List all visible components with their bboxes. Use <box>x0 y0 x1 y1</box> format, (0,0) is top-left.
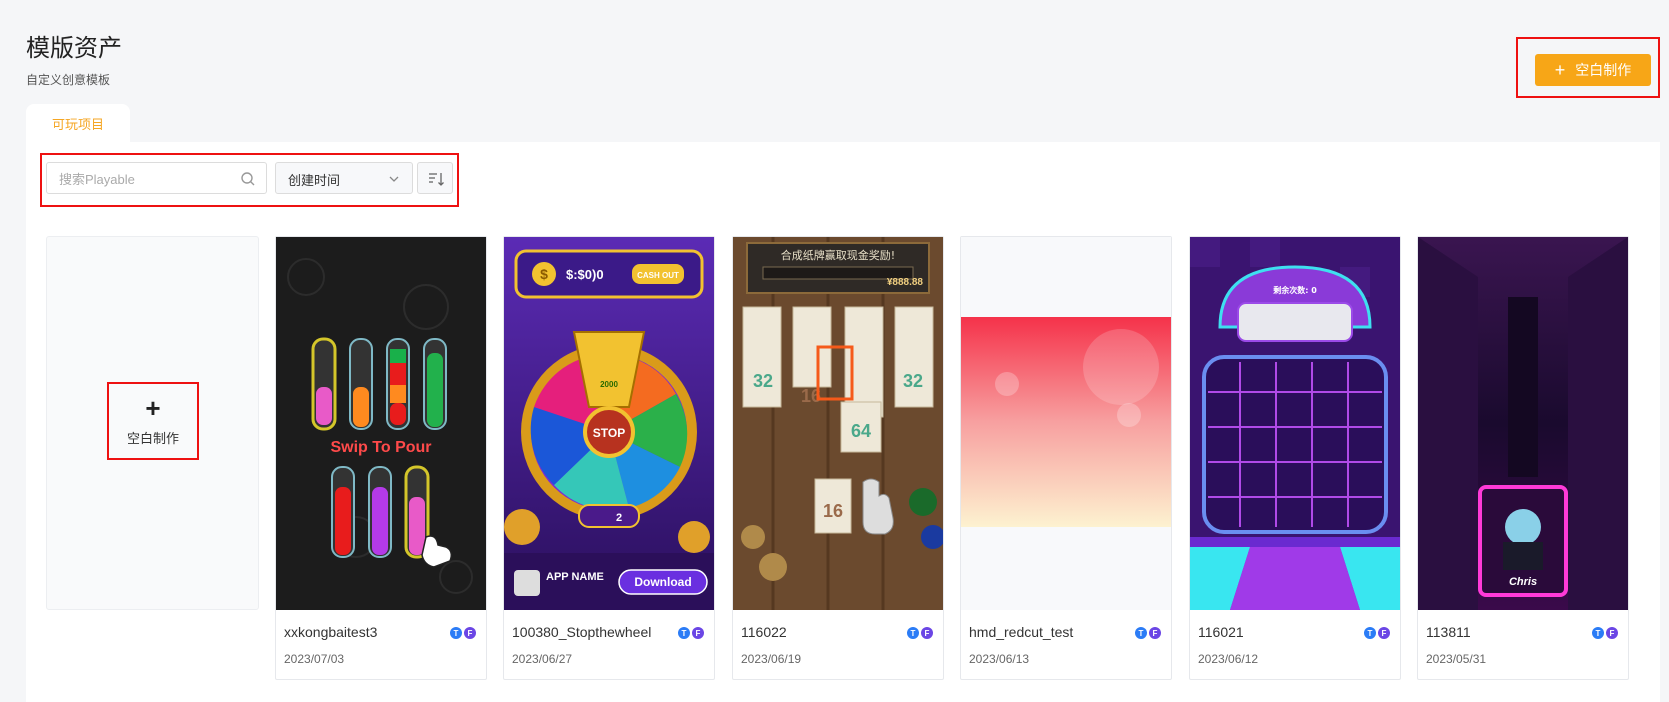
thumb-download: Download <box>634 575 691 589</box>
template-card[interactable]: hmd_redcut_test T F 2023/06/13 <box>960 236 1172 680</box>
thumb-reward: ¥888.88 <box>887 277 924 288</box>
plus-icon: + <box>1554 60 1566 80</box>
sort-field-select[interactable]: 创建时间 <box>275 162 413 194</box>
thumb-prize: 2000 <box>600 380 618 389</box>
facebook-badge-icon: F <box>1378 627 1390 639</box>
facebook-badge-icon: F <box>921 627 933 639</box>
svg-text:2: 2 <box>616 512 622 524</box>
template-name: 116022 <box>741 624 787 640</box>
thumb-title: 合成纸牌赢取现金奖励! <box>781 248 895 262</box>
tiktok-badge-icon: T <box>907 627 919 639</box>
search-input[interactable] <box>57 169 231 189</box>
svg-text:32: 32 <box>903 371 923 391</box>
thumb-cashout: CASH OUT <box>637 271 679 280</box>
platform-badges: T F <box>450 627 476 639</box>
tiktok-badge-icon: T <box>678 627 690 639</box>
facebook-badge-icon: F <box>1149 627 1161 639</box>
template-thumbnail[interactable]: Chris <box>1418 237 1628 610</box>
tiktok-badge-icon: T <box>1364 627 1376 639</box>
blank-create-tile[interactable]: + 空白制作 <box>107 382 199 460</box>
blank-create-button[interactable]: + 空白制作 <box>1535 54 1651 86</box>
template-thumbnail[interactable]: 剩余次数: 0 <box>1190 237 1400 610</box>
search-box[interactable] <box>46 162 267 194</box>
thumb-balance: $:$0)0 <box>566 267 604 282</box>
template-date: 2023/06/12 <box>1198 652 1259 666</box>
thumb-card-value: 32 <box>753 371 773 391</box>
blank-create-label: 空白制作 <box>126 430 179 446</box>
template-date: 2023/06/13 <box>969 652 1030 666</box>
platform-badges: T F <box>1135 627 1161 639</box>
template-card[interactable]: 合成纸牌赢取现金奖励! ¥888.88 32 32 16 64 16 11602… <box>732 236 944 680</box>
template-thumbnail[interactable]: Swip To Pour <box>276 237 486 610</box>
template-thumbnail[interactable] <box>961 237 1171 610</box>
svg-text:$: $ <box>540 266 548 282</box>
tiktok-badge-icon: T <box>1135 627 1147 639</box>
plus-icon: + <box>145 392 161 423</box>
platform-badges: T F <box>1364 627 1390 639</box>
template-date: 2023/07/03 <box>284 652 345 666</box>
thumb-title: Swip To Pour <box>330 439 431 456</box>
template-thumbnail[interactable]: 合成纸牌赢取现金奖励! ¥888.88 32 32 16 64 16 <box>733 237 943 610</box>
template-card[interactable]: Chris 113811 T F 2023/05/31 <box>1417 236 1629 680</box>
tiktok-badge-icon: T <box>450 627 462 639</box>
thumb-counter: 剩余次数: 0 <box>1273 285 1317 295</box>
template-card[interactable]: Swip To Pour xxkongbaitest3 T F 2023/07/… <box>275 236 487 680</box>
platform-badges: T F <box>1592 627 1618 639</box>
template-thumbnail[interactable]: $ $:$0)0 CASH OUT STOP 2000 2 APP NAME D… <box>504 237 714 610</box>
svg-text:16: 16 <box>823 501 843 521</box>
page-subtitle: 自定义创意模板 <box>26 73 111 87</box>
thumb-card-value: 64 <box>851 421 871 441</box>
chevron-down-icon <box>389 176 399 182</box>
template-name: xxkongbaitest3 <box>284 624 378 640</box>
thumb-character-name: Chris <box>1509 576 1537 588</box>
template-name: hmd_redcut_test <box>969 624 1074 640</box>
facebook-badge-icon: F <box>464 627 476 639</box>
search-icon[interactable] <box>240 171 256 187</box>
template-card[interactable]: 剩余次数: 0 116021 T F 2023/06/12 <box>1189 236 1401 680</box>
thumb-appname: APP NAME <box>546 571 604 583</box>
sort-descending-icon <box>429 173 444 186</box>
facebook-badge-icon: F <box>1606 627 1618 639</box>
template-card[interactable]: $ $:$0)0 CASH OUT STOP 2000 2 APP NAME D… <box>503 236 715 680</box>
template-name: 113811 <box>1426 624 1471 640</box>
thumb-stop: STOP <box>593 426 625 440</box>
blank-template-card[interactable]: + 空白制作 <box>46 236 259 610</box>
platform-badges: T F <box>678 627 704 639</box>
sort-field-value: 创建时间 <box>288 173 341 188</box>
toolbar-highlight: 创建时间 <box>40 153 459 207</box>
template-name: 100380_Stopthewheel <box>512 624 652 640</box>
template-date: 2023/05/31 <box>1426 652 1487 666</box>
platform-badges: T F <box>907 627 933 639</box>
template-name: 116021 <box>1198 624 1244 640</box>
create-button-label: 空白制作 <box>1575 62 1632 78</box>
create-highlight: + 空白制作 <box>1516 37 1660 98</box>
page-title: 模版资产 <box>26 35 122 62</box>
template-date: 2023/06/27 <box>512 652 573 666</box>
template-date: 2023/06/19 <box>741 652 802 666</box>
facebook-badge-icon: F <box>692 627 704 639</box>
sort-order-button[interactable] <box>417 162 453 194</box>
tiktok-badge-icon: T <box>1592 627 1604 639</box>
tab-playable[interactable]: 可玩项目 <box>26 104 130 142</box>
